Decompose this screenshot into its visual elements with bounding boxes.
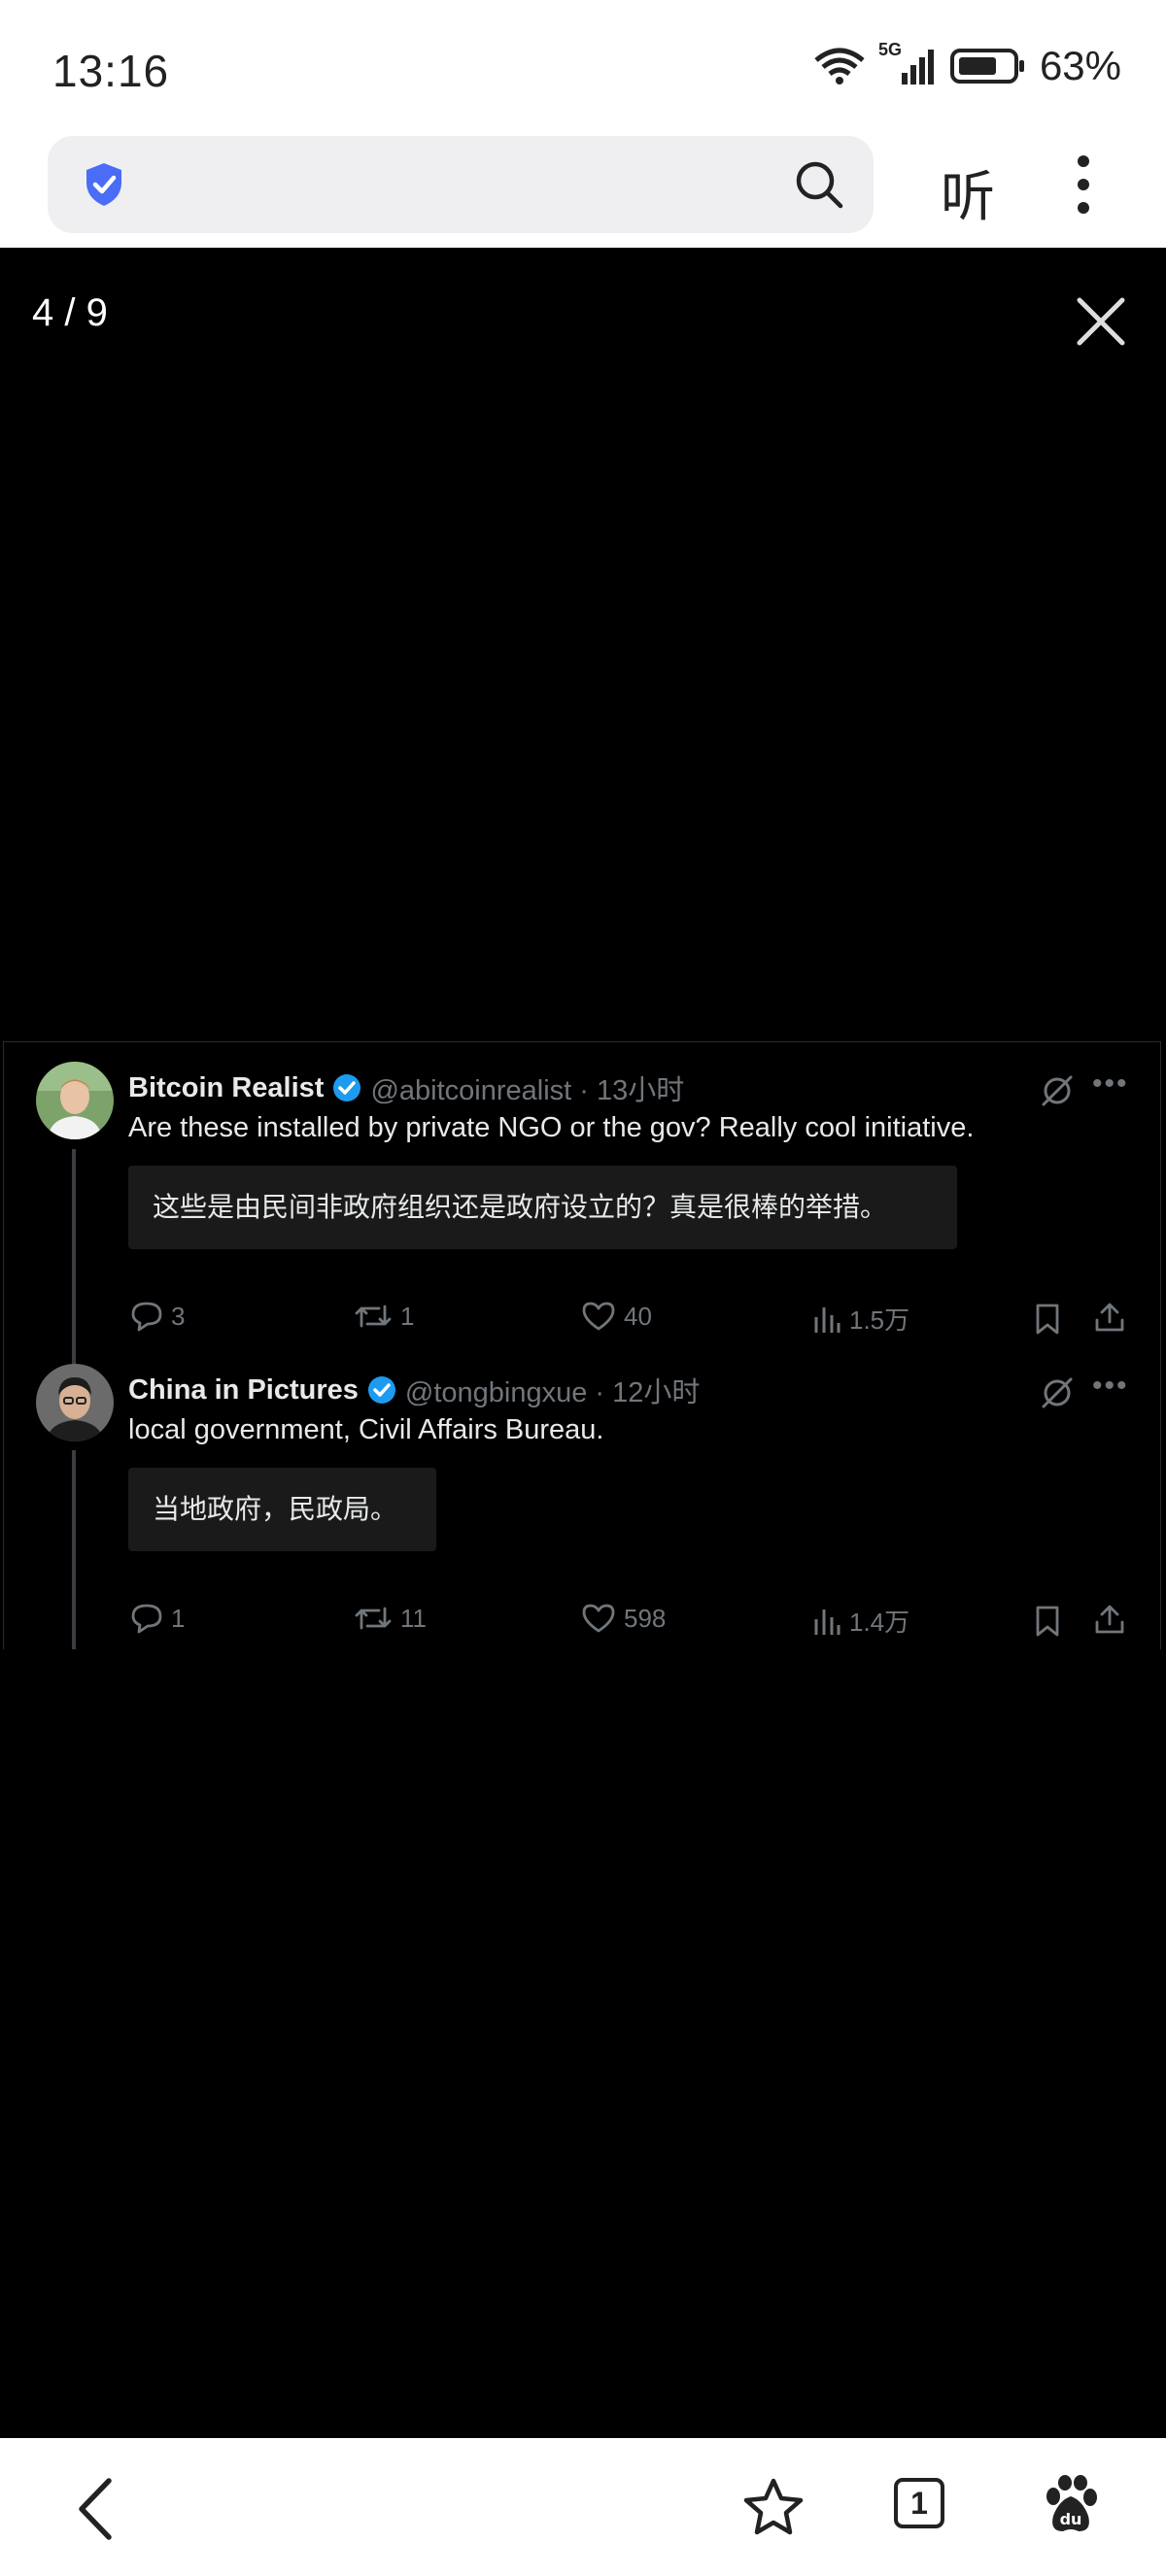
tweet-text: Are these installed by private NGO or th… xyxy=(128,1112,975,1143)
author-handle[interactable]: @abitcoinrealist · 13小时 xyxy=(370,1068,684,1108)
reply-action: 1 xyxy=(130,1603,185,1634)
author-handle[interactable]: @tongbingxue · 12小时 xyxy=(405,1370,701,1410)
like-action: 40 xyxy=(581,1301,652,1332)
repost-action: 11 xyxy=(354,1603,427,1634)
bookmark-icon xyxy=(1036,1606,1059,1637)
tabs-button[interactable]: 1 xyxy=(894,2478,944,2528)
favorite-star-icon[interactable] xyxy=(742,2477,805,2537)
signal-icon: 5G xyxy=(878,40,937,86)
heart-icon xyxy=(582,1604,615,1633)
grok-icon xyxy=(1042,1075,1073,1106)
tweet-header: Bitcoin Realist @abitcoinrealist · 13小时 xyxy=(128,1068,684,1108)
battery-icon xyxy=(949,49,1024,84)
status-bar: 13:16 5G 63% xyxy=(0,0,1166,126)
author-name[interactable]: China in Pictures xyxy=(128,1374,359,1407)
tweet-actions: 1 11 598 1.4万 xyxy=(128,1603,1139,1642)
heart-icon xyxy=(582,1302,615,1331)
reply-icon xyxy=(131,1302,162,1332)
views-action: 1.4万 xyxy=(812,1603,909,1639)
like-action: 598 xyxy=(581,1603,666,1634)
search-icon[interactable] xyxy=(794,159,844,210)
more-options-icon: ••• xyxy=(1092,1068,1129,1100)
close-icon[interactable] xyxy=(1074,294,1128,349)
more-options-icon: ••• xyxy=(1092,1370,1129,1402)
tweet-item: China in Pictures @tongbingxue · 12小时 ••… xyxy=(4,1356,1160,1647)
repost-icon xyxy=(355,1607,392,1630)
repost-icon xyxy=(355,1305,392,1328)
views-chart-icon xyxy=(814,1609,840,1635)
repost-action: 1 xyxy=(354,1301,414,1332)
views-action: 1.5万 xyxy=(812,1301,909,1337)
tweet-text: local government, Civil Affairs Bureau. xyxy=(128,1414,604,1445)
baidu-paw-icon[interactable]: du xyxy=(1040,2473,1102,2535)
svg-text:du: du xyxy=(1060,2510,1082,2528)
verified-badge-icon xyxy=(367,1376,395,1404)
share-icon xyxy=(1095,1605,1124,1634)
more-menu-icon[interactable] xyxy=(1069,152,1098,218)
tweet-thread-image: Bitcoin Realist @abitcoinrealist · 13小时 … xyxy=(3,1041,1161,1649)
tweet-actions: 3 1 40 1.5万 xyxy=(128,1301,1139,1339)
reply-count: 1 xyxy=(171,1603,186,1633)
back-arrow-icon[interactable] xyxy=(76,2477,115,2541)
status-icons: 5G 63% xyxy=(814,40,1121,89)
tweet-translation: 这些是由民间非政府组织还是政府设立的？真是很棒的举措。 xyxy=(128,1166,957,1249)
author-name[interactable]: Bitcoin Realist xyxy=(128,1072,324,1104)
like-count: 598 xyxy=(624,1603,667,1633)
network-type: 5G xyxy=(877,40,902,59)
image-counter: 4 / 9 xyxy=(32,291,108,334)
view-count: 1.5万 xyxy=(849,1305,910,1335)
share-icon xyxy=(1095,1303,1124,1332)
views-chart-icon xyxy=(814,1306,840,1333)
status-time: 13:16 xyxy=(52,46,170,96)
avatar xyxy=(36,1364,114,1441)
browser-toolbar: 听 xyxy=(0,126,1166,248)
address-bar[interactable] xyxy=(48,136,874,233)
tweet-header: China in Pictures @tongbingxue · 12小时 xyxy=(128,1370,700,1410)
wifi-icon xyxy=(814,48,865,85)
listen-button[interactable]: 听 xyxy=(941,153,995,232)
reply-count: 3 xyxy=(171,1301,186,1331)
view-count: 1.4万 xyxy=(849,1608,910,1637)
tab-count: 1 xyxy=(910,2485,928,2521)
tweet-item: Bitcoin Realist @abitcoinrealist · 13小时 … xyxy=(4,1054,1160,1345)
avatar xyxy=(36,1062,114,1139)
tweet-translation: 当地政府，民政局。 xyxy=(128,1468,436,1551)
repost-count: 1 xyxy=(400,1301,415,1331)
image-viewer: 4 / 9 Bitcoin Realist @abitcoinrealist ·… xyxy=(0,248,1166,2438)
battery-percent: 63% xyxy=(1039,43,1121,88)
bookmark-icon xyxy=(1036,1304,1059,1335)
like-count: 40 xyxy=(624,1301,652,1331)
grok-icon xyxy=(1042,1377,1073,1408)
security-shield-icon xyxy=(86,163,121,206)
repost-count: 11 xyxy=(400,1603,427,1633)
reply-action: 3 xyxy=(130,1301,185,1332)
verified-badge-icon xyxy=(333,1074,361,1102)
reply-icon xyxy=(131,1604,162,1634)
bottom-navigation: 1 du xyxy=(0,2438,1166,2576)
